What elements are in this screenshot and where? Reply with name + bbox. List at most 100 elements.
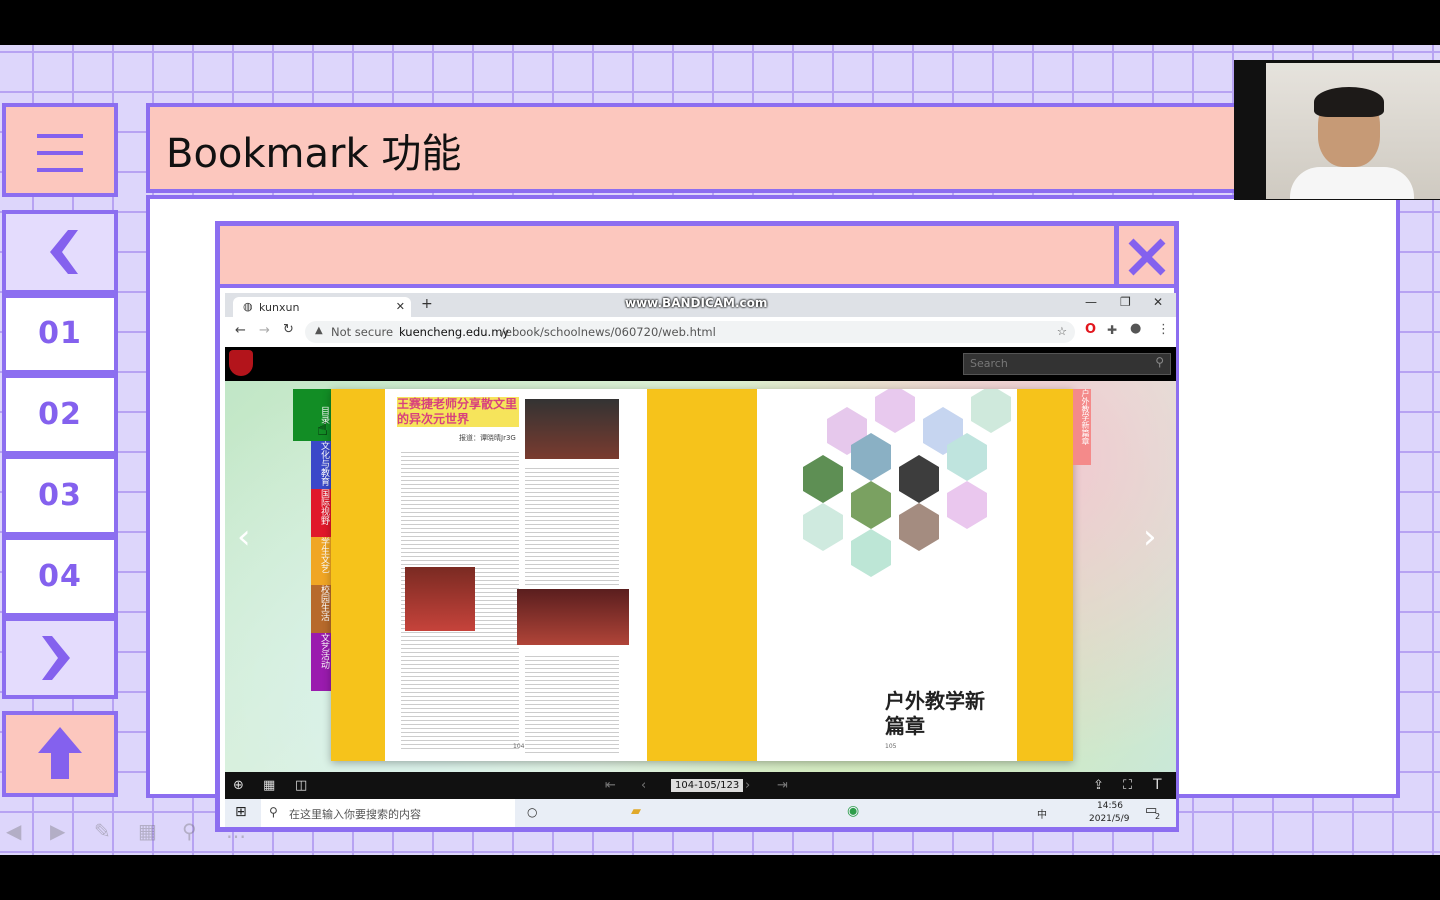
folder-icon[interactable]: ▰ [631,804,641,819]
right-page-heading: 户外教学新 篇章 [885,689,985,739]
pen-icon[interactable]: ✎ [94,819,111,843]
clock-time[interactable]: 14:56 [1097,801,1123,811]
thumbnails-icon[interactable]: ▦ [263,778,275,793]
tray-lang[interactable]: 中 [1037,806,1047,821]
taskbar-search[interactable]: ⚲ 在这里输入你要搜索的内容 [261,799,515,827]
zoom-icon[interactable]: ⊕ [233,778,244,793]
left-page-margin [331,389,385,761]
opera-icon[interactable]: O [1085,322,1096,337]
right-heading-line: 户外教学新 [885,689,985,713]
prev-button[interactable] [2,210,118,294]
zoom-icon[interactable]: ⚲ [182,819,197,843]
nav-item-label: 02 [38,397,82,432]
fullscreen-icon[interactable]: ⛶ [1123,778,1132,793]
url-domain: kuencheng.edu.my [399,325,510,339]
bookmark-tab[interactable]: 文艺活动 [311,633,331,691]
next-button[interactable] [2,617,118,699]
center-page [517,389,647,761]
article-text [525,465,619,585]
share-icon[interactable]: ⇪ [1093,778,1104,793]
browser-tab[interactable]: ◍ kunxun ✕ [233,297,411,317]
taskview-icon[interactable]: ○ [527,805,537,819]
tab-close-icon[interactable]: ✕ [396,300,405,313]
bookmark-label: 文艺活动 [319,633,329,669]
windows-start-icon[interactable]: ⊞ [235,804,247,820]
bookmark-tab[interactable]: 学生文艺 [311,537,331,585]
kebab-menu-icon[interactable]: ⋮ [1157,322,1170,337]
nav-item-04[interactable]: 04 [2,536,118,617]
bookmark-label: 户外教学新篇章 [1081,389,1090,445]
hamburger-icon [37,134,83,172]
next-slide-icon[interactable]: ▶ [50,819,65,843]
reload-icon[interactable]: ↻ [283,322,294,337]
bookmark-tab[interactable]: 校园生活 [311,585,331,633]
viewer-controls: ⊕ ▦ ◫ ⇤ ‹ 104-105/123 › ⇥ ⇪ ⛶ T [225,772,1176,800]
bookmark-tab[interactable]: 文化与教育 [311,441,331,489]
url-path: /ebook/schoolnews/060720/web.html [501,325,716,339]
pages-icon[interactable]: ◫ [295,778,307,793]
last-page-icon[interactable]: ⇥ [777,778,788,793]
text-icon[interactable]: T [1153,777,1162,793]
more-icon[interactable]: … [226,819,246,843]
next-icon[interactable]: › [745,778,750,793]
profile-icon[interactable]: ● [1130,321,1141,336]
page-indicator[interactable]: 104-105/123 [671,779,744,792]
screenshot-window: ◍ kunxun ✕ + www.BANDICAM.com — ❐ ✕ ← → … [215,221,1179,832]
taskbar-search-placeholder: 在这里输入你要搜索的内容 [289,808,421,821]
forward-arrow-icon[interactable]: → [259,323,270,338]
search-icon: ⚲ [269,805,278,819]
chevron-left-icon [50,230,78,274]
chevron-right-icon [42,636,70,680]
globe-icon: ◍ [243,300,253,313]
search-placeholder: Search [970,357,1008,370]
slides-grid-icon[interactable]: ▦ [138,819,157,843]
first-page-icon[interactable]: ⇤ [605,778,616,793]
right-heading-line: 篇章 [885,714,925,738]
nav-item-02[interactable]: 02 [2,374,118,455]
nav-item-01[interactable]: 01 [2,294,118,374]
close-icon [1128,238,1165,276]
bookmark-tab[interactable]: 国际视野 [311,489,331,537]
next-page-arrow[interactable]: › [1143,517,1157,557]
presentation-controls: ◀ ▶ ✎ ▦ ⚲ … [6,819,256,849]
menu-button[interactable] [2,103,118,197]
title-bar: Bookmark 功能 [146,103,1258,193]
bookmark-label: 文化与教育 [319,441,329,486]
nav-item-label: 04 [38,559,82,594]
notification-count: 2 [1155,812,1161,821]
chrome-icon[interactable]: ◉ [847,803,859,819]
flipbook-search[interactable]: Search ⚲ [963,353,1171,375]
window-close-icon[interactable]: ✕ [1153,295,1163,309]
prev-page-arrow[interactable]: ‹ [237,517,251,557]
person-hair [1314,87,1384,117]
left-page-byline: 报道：谭晓晴Jr3G [459,434,516,442]
new-tab-icon[interactable]: + [421,296,433,312]
back-arrow-icon[interactable]: ← [235,323,246,338]
nav-item-03[interactable]: 03 [2,455,118,536]
presentation-slide: 01 02 03 04 Bookmark 功能 ◍ kunxun ✕ + www… [0,45,1440,855]
bookmark-label: 校园生活 [319,585,329,621]
search-icon[interactable]: ⚲ [1155,355,1164,369]
prev-icon[interactable]: ‹ [641,778,646,793]
close-button[interactable] [1114,226,1174,288]
viewer-topbar: Search ⚲ [225,347,1176,381]
right-bookmark-tab[interactable]: 户外教学新篇章 [1073,389,1091,465]
prev-slide-icon[interactable]: ◀ [6,819,21,843]
extensions-icon[interactable]: ✚ [1107,323,1117,337]
open-book: 王赛捷老师分享散文里的异次元世界 报道：谭晓晴Jr3G 104 户外教学新 篇章… [331,389,1091,761]
article-photo [525,399,619,459]
article-photo [517,589,629,645]
minimize-icon[interactable]: — [1085,295,1097,309]
url-bar[interactable]: ▲ Not secure kuencheng.edu.my /ebook/sch… [305,321,1075,343]
star-icon[interactable]: ☆ [1057,324,1067,338]
bookmark-label: 学生文艺 [319,537,329,573]
webcam-video [1266,63,1440,199]
back-to-top-button[interactable] [2,711,118,797]
restore-icon[interactable]: ❐ [1120,295,1131,309]
clock-date[interactable]: 2021/5/9 [1089,814,1129,824]
gutter [647,389,757,761]
school-logo [229,350,253,376]
left-page-number: 104 [513,743,525,750]
right-page: 户外教学新 篇章 105 [757,389,1073,761]
nav-item-label: 01 [38,316,82,351]
